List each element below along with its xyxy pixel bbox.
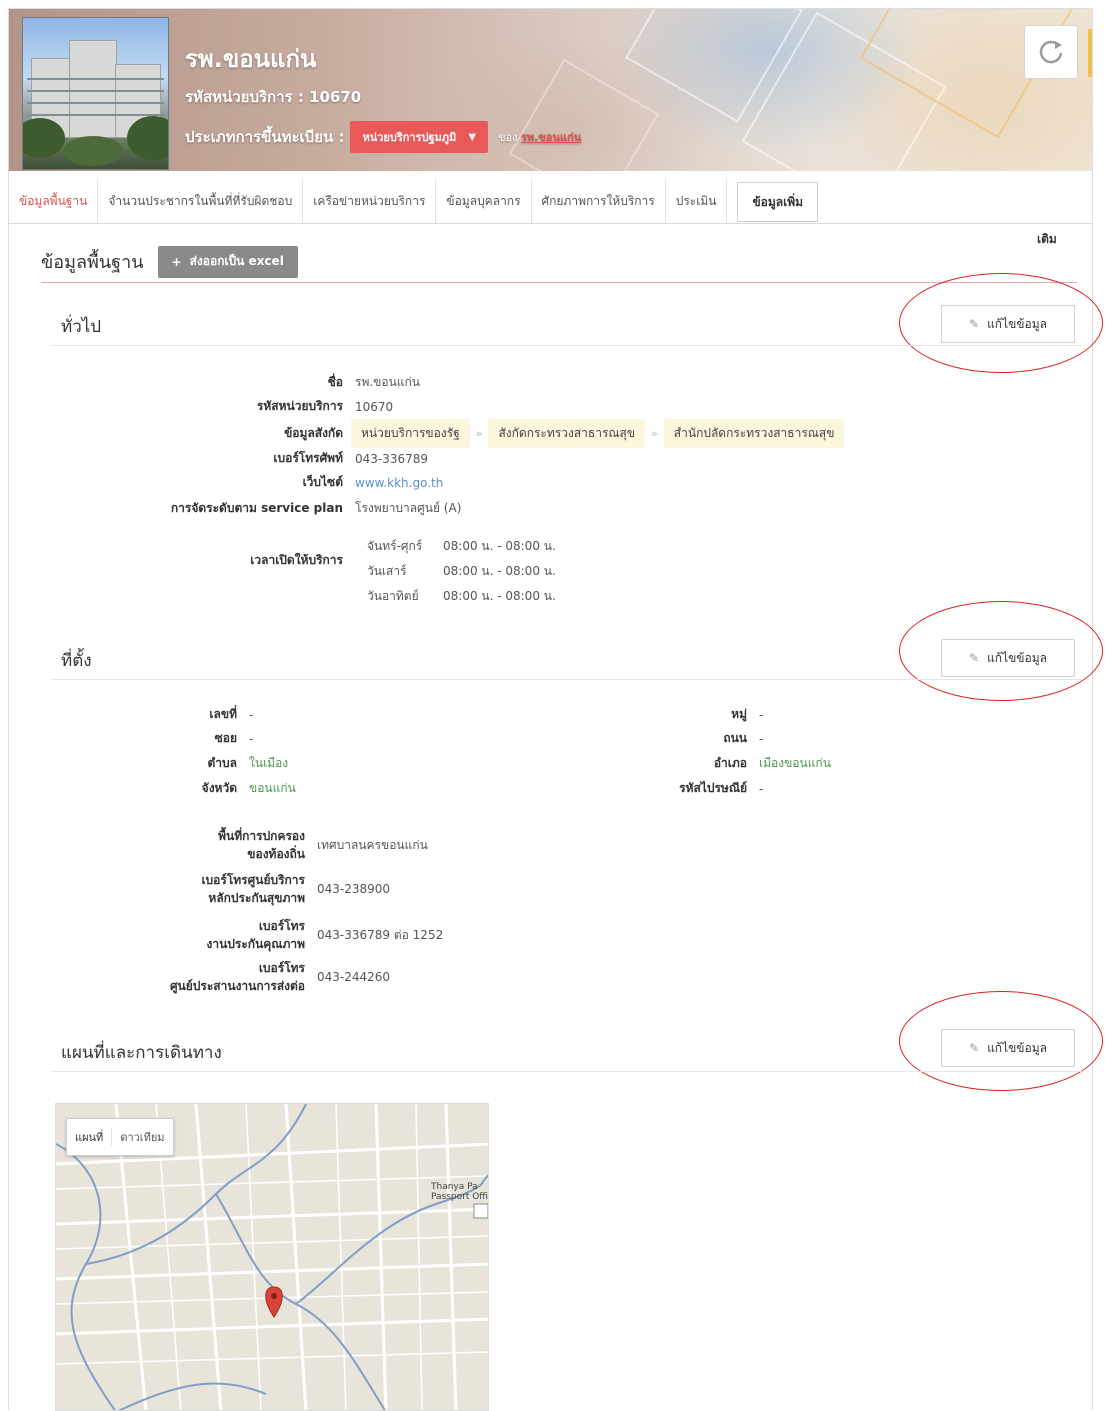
divider — [51, 679, 1081, 680]
pencil-icon: ✎ — [969, 317, 980, 331]
tab-network[interactable]: เครือข่ายหน่วยบริการ — [303, 179, 437, 223]
hours-row: วันอาทิตย์ 08:00 น. - 08:00 น. — [367, 589, 556, 603]
insurance-phone-value: 043-238900 — [317, 882, 391, 896]
header-banner: รพ.ขอนแก่น รหัสหน่วยบริการ : 10670 ประเภ… — [9, 9, 1092, 171]
postcode-value: - — [759, 781, 764, 796]
tab-evaluation[interactable]: ประเมิน — [666, 179, 728, 223]
location-section-title: ที่ตั้ง — [61, 651, 92, 671]
general-affiliation-row: ข้อมูลสังกัด หน่วยบริการของรัฐ » สังกัดก… — [9, 419, 845, 448]
postcode-label: รหัสไปรษณีย์ — [679, 781, 747, 795]
service-plan-value: โรงพยาบาลศูนย์ (A) — [355, 501, 462, 515]
general-code-row: รหัสหน่วยบริการ 10670 — [9, 397, 393, 416]
edit-map-button[interactable]: ✎ แก้ไขข้อมูล — [941, 1029, 1075, 1067]
chevron-right-icon: » — [651, 427, 658, 440]
edit-general-button[interactable]: ✎ แก้ไขข้อมูล — [941, 305, 1075, 343]
admin-area-value: เทศบาลนครขอนแก่น — [317, 837, 428, 852]
hospital-photo — [22, 17, 169, 170]
district-value[interactable]: เมืองขอนแก่น — [747, 754, 831, 773]
export-excel-button[interactable]: + ส่งออกเป็น excel — [157, 245, 298, 278]
location-row: หมู่ - — [9, 705, 763, 724]
map-section-title: แผนที่และการเดินทาง — [61, 1043, 222, 1063]
pencil-icon: ✎ — [969, 651, 980, 665]
name-label: ชื่อ — [327, 375, 343, 389]
affiliation-label: ข้อมูลสังกัด — [284, 426, 343, 440]
map-place-label: Thanya Pa Passport Offi — [431, 1182, 489, 1202]
registration-type-select[interactable]: หน่วยบริการปฐมภูมิ ▼ — [350, 121, 489, 153]
caret-down-icon: ▼ — [468, 131, 477, 143]
registration-line: ประเภทการขึ้นทะเบียน : หน่วยบริการปฐมภูม… — [185, 121, 581, 153]
map-type-map-button[interactable]: แผนที่ — [67, 1128, 111, 1146]
insurance-phone-row: เบอร์โทรศูนย์บริการ หลักประกันสุขภาพ 043… — [9, 871, 390, 907]
divider — [51, 1071, 1081, 1072]
hours-label: เวลาเปิดให้บริการ — [250, 553, 343, 567]
registration-owner: ของ รพ.ขอนแก่น — [498, 131, 582, 144]
referral-phone-label: เบอร์โทร ศูนย์ประสานงานการส่งต่อ — [169, 961, 305, 993]
quality-phone-value: 043-336789 ต่อ 1252 — [317, 927, 444, 942]
hours-row: วันเสาร์ 08:00 น. - 08:00 น. — [367, 564, 556, 578]
map-view[interactable]: แผนที่ ดาวเทียม Thanya Pa Passport Offi — [55, 1103, 489, 1411]
tab-population[interactable]: จำนวนประชากรในพื้นที่ที่รับผิดชอบ — [98, 179, 304, 223]
registration-label: ประเภทการขึ้นทะเบียน : — [185, 128, 345, 146]
page-frame: รพ.ขอนแก่น รหัสหน่วยบริการ : 10670 ประเภ… — [8, 8, 1103, 1411]
quality-phone-row: เบอร์โทร งานประกันคุณภาพ 043-336789 ต่อ … — [9, 917, 444, 953]
admin-area-label: พื้นที่การปกครอง ของท้องถิ่น — [218, 829, 305, 861]
district-label: อำเภอ — [713, 756, 747, 770]
unit-code: รหัสหน่วยบริการ : 10670 — [185, 88, 362, 106]
website-link[interactable]: www.kkh.go.th — [343, 476, 443, 490]
insurance-phone-label: เบอร์โทรศูนย์บริการ หลักประกันสุขภาพ — [201, 873, 305, 905]
road-label: ถนน — [723, 731, 747, 745]
general-phone-row: เบอร์โทรศัพท์ 043-336789 — [9, 449, 428, 468]
moo-value: - — [759, 707, 764, 722]
code-value: 10670 — [355, 399, 394, 414]
page-title: ข้อมูลพื้นฐาน — [41, 252, 144, 273]
moo-label: หมู่ — [731, 707, 747, 721]
affiliation-chip: สำนักปลัดกระทรวงสาธารณสุข — [663, 419, 845, 448]
location-row: อำเภอ เมืองขอนแก่น — [9, 754, 831, 773]
location-row: รหัสไปรษณีย์ - — [9, 779, 763, 798]
tab-capacity[interactable]: ศักยภาพการให้บริการ — [532, 179, 666, 223]
map-type-toggle: แผนที่ ดาวเทียม — [66, 1118, 174, 1156]
plus-icon: + — [171, 254, 182, 269]
referral-phone-row: เบอร์โทร ศูนย์ประสานงานการส่งต่อ 043-244… — [9, 959, 390, 995]
hospital-name: รพ.ขอนแก่น — [185, 45, 317, 73]
divider — [51, 345, 1081, 346]
refresh-button[interactable] — [1024, 25, 1078, 79]
chevron-right-icon: » — [475, 427, 483, 440]
tab-more-info[interactable]: ข้อมูลเพิ่ม — [737, 182, 819, 222]
general-hours-row: เวลาเปิดให้บริการ — [9, 551, 343, 570]
opening-hours: จันทร์-ศุกร์ 08:00 น. - 08:00 น. วันเสาร์… — [367, 534, 556, 609]
referral-phone-value: 043-244260 — [317, 970, 391, 984]
general-name-row: ชื่อ รพ.ขอนแก่น — [9, 373, 420, 392]
hours-row: จันทร์-ศุกร์ 08:00 น. - 08:00 น. — [367, 539, 556, 553]
pencil-icon: ✎ — [969, 1041, 980, 1055]
tab-basic-info[interactable]: ข้อมูลพื้นฐาน — [9, 179, 99, 223]
road-value: - — [759, 731, 764, 746]
admin-area-row: พื้นที่การปกครอง ของท้องถิ่น เทศบาลนครขอ… — [9, 827, 428, 863]
general-service-plan-row: การจัดระดับตาม service plan โรงพยาบาลศูน… — [9, 499, 462, 518]
phone-label: เบอร์โทรศัพท์ — [273, 451, 343, 465]
affiliation-chip: สังกัดกระทรวงสาธารณสุข — [488, 419, 646, 448]
tab-bar: ข้อมูลพื้นฐาน จำนวนประชากรในพื้นที่ที่รั… — [9, 179, 1092, 224]
code-label: รหัสหน่วยบริการ — [256, 399, 343, 413]
affiliation-chips: หน่วยบริการของรัฐ » สังกัดกระทรวงสาธารณส… — [343, 419, 845, 448]
general-section-title: ทั่วไป — [61, 317, 102, 337]
registration-type-value: หน่วยบริการปฐมภูมิ — [362, 131, 457, 144]
name-value: รพ.ขอนแก่น — [355, 375, 420, 389]
quality-phone-label: เบอร์โทร งานประกันคุณภาพ — [206, 919, 306, 951]
page-header: ข้อมูลพื้นฐาน + ส่งออกเป็น excel — [41, 241, 1077, 283]
edit-location-button[interactable]: ✎ แก้ไขข้อมูล — [941, 639, 1075, 677]
affiliation-chip: หน่วยบริการของรัฐ — [351, 419, 470, 448]
website-label: เว็บไซต์ — [302, 475, 343, 489]
refresh-icon — [1039, 40, 1063, 64]
accent-bar — [1088, 29, 1092, 77]
service-plan-label: การจัดระดับตาม service plan — [170, 501, 343, 515]
location-row: ถนน - — [9, 729, 763, 748]
phone-value: 043-336789 — [355, 451, 429, 466]
general-website-row: เว็บไซต์ www.kkh.go.th — [9, 473, 444, 492]
owner-link[interactable]: รพ.ขอนแก่น — [521, 131, 581, 144]
tab-personnel[interactable]: ข้อมูลบุคลากร — [436, 179, 532, 223]
map-type-satellite-button[interactable]: ดาวเทียม — [111, 1128, 172, 1146]
